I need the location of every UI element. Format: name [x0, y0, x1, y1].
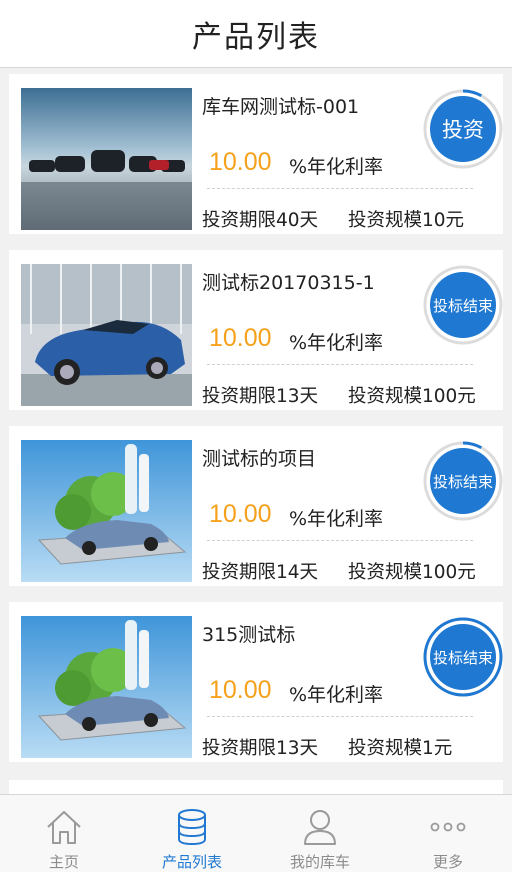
bid-ended-button[interactable]: 投标结束	[430, 448, 496, 514]
product-image-blue-sedan	[21, 264, 192, 406]
product-card[interactable]: 测试标20170315-1 10.00 %年化利率 投资期限13天 投资规模10…	[9, 250, 503, 410]
page-title: 产品列表	[192, 19, 320, 55]
database-icon	[178, 809, 206, 846]
investment-scale: 投资规模100元	[348, 562, 476, 583]
product-name: 测试标的项目	[202, 448, 317, 470]
divider	[207, 716, 473, 717]
investment-scale: 投资规模10元	[348, 210, 465, 231]
user-icon	[304, 810, 336, 845]
annual-rate-value: 10.00	[209, 676, 272, 704]
annual-rate-value: 10.00	[209, 148, 272, 176]
annual-rate-label: %年化利率	[289, 684, 384, 706]
investment-term: 投资期限13天	[202, 738, 319, 759]
product-card[interactable]: 库车网测试标-001 10.00 %年化利率 投资期限40天 投资规模10元 投…	[9, 74, 503, 234]
tab-more[interactable]: 更多	[384, 795, 512, 872]
home-icon	[47, 811, 81, 844]
investment-scale: 投资规模100元	[348, 386, 476, 407]
divider	[207, 364, 473, 365]
product-card[interactable]: 315测试标 10.00 %年化利率 投资期限13天 投资规模1元 投标结束	[9, 602, 503, 762]
product-card[interactable]: 测试标的项目 10.00 %年化利率 投资期限14天 投资规模100元 投标结束	[9, 426, 503, 586]
product-name: 测试标20170315-1	[202, 272, 375, 294]
tab-label: 更多	[432, 853, 463, 871]
investment-term: 投资期限13天	[202, 386, 319, 407]
investment-term: 投资期限40天	[202, 210, 319, 231]
annual-rate-label: %年化利率	[289, 156, 384, 178]
annual-rate-value: 10.00	[209, 500, 272, 528]
product-image-family-car	[21, 616, 192, 758]
invest-button[interactable]: 投资	[430, 96, 496, 162]
divider	[207, 540, 473, 541]
tab-label: 主页	[48, 853, 79, 871]
annual-rate-label: %年化利率	[289, 332, 384, 354]
product-image-cars-lineup	[21, 88, 192, 230]
annual-rate-label: %年化利率	[289, 508, 384, 530]
tab-home[interactable]: 主页	[0, 795, 128, 872]
bid-ended-button[interactable]: 投标结束	[430, 624, 496, 690]
divider	[207, 188, 473, 189]
app-header: 产品列表	[0, 0, 512, 68]
product-name: 315测试标	[202, 624, 296, 646]
tab-label: 产品列表	[161, 853, 222, 871]
tab-product-list[interactable]: 产品列表	[128, 795, 256, 872]
bid-ended-button[interactable]: 投标结束	[430, 272, 496, 338]
investment-term: 投资期限14天	[202, 562, 319, 583]
product-name: 库车网测试标-001	[202, 96, 360, 118]
tab-label: 我的库车	[289, 853, 350, 871]
tab-my-account[interactable]: 我的库车	[256, 795, 384, 872]
annual-rate-value: 10.00	[209, 324, 272, 352]
bottom-tab-bar: 主页 产品列表 我的库车 更多	[0, 794, 512, 872]
investment-scale: 投资规模1元	[348, 738, 453, 759]
more-icon	[430, 822, 466, 832]
product-image-family-car	[21, 440, 192, 582]
